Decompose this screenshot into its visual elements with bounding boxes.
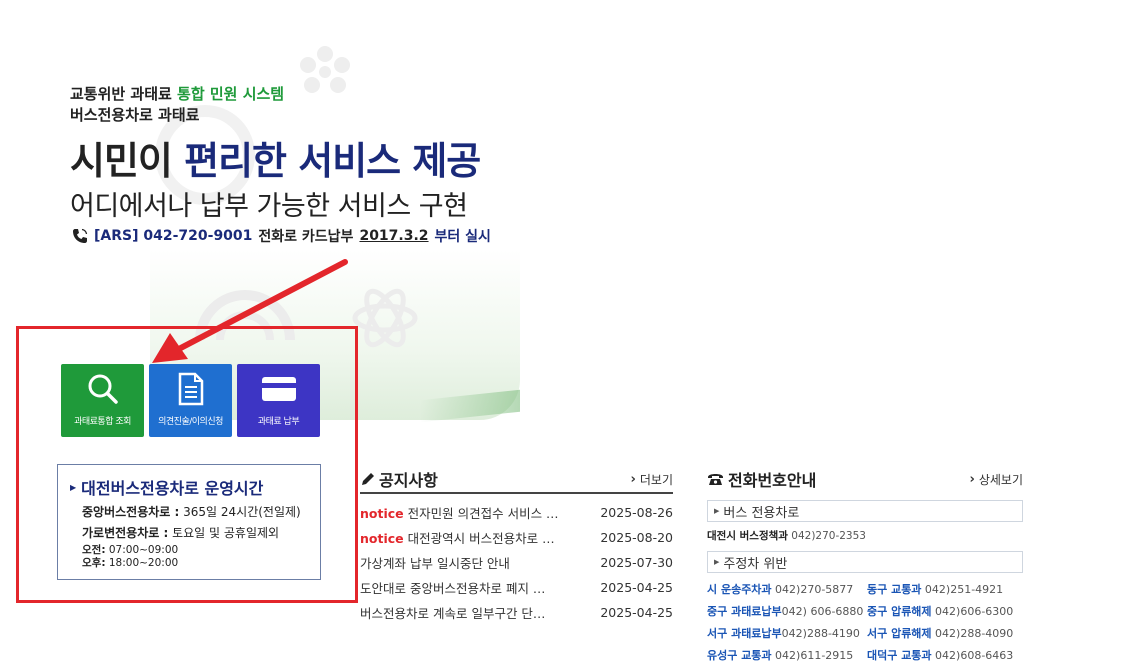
triangle-bullet-icon: ▶ [714,558,720,566]
pencil-icon [362,472,374,485]
decorative-atom-icon [352,288,418,348]
notice-item[interactable]: 도안대로 중앙버스전용차로 폐지 … 2025-04-25 [360,575,673,600]
phone-icon [73,228,88,243]
contact-entry: 유성구 교통과 042)611-2915 [707,649,854,662]
contact-entry: 동구 교통과 042)251-4921 [867,583,1004,596]
hero-subtitle: 어디에서나 납부 가능한 서비스 구현 [70,191,468,222]
fine-inquiry-button[interactable]: 과태료통합 조회 [61,364,144,437]
notice-panel: 공지사항 › 더보기 notice 전자민원 의견접수 서비스 … 2025-08… [360,466,673,625]
central-lane-hours: 중앙버스전용차로 : 365일 24시간(전일제) [82,505,301,519]
notice-item[interactable]: 버스전용차로 계속로 일부구간 단… 2025-04-25 [360,600,673,625]
bus-lane-hours-box: ▶ 대전버스전용차로 운영시간 중앙버스전용차로 : 365일 24시간(전일제… [57,464,321,580]
document-icon [178,372,203,406]
bus-lane-category: ▶ 버스 전용차로 [707,500,1023,522]
hours-title: ▶ 대전버스전용차로 운영시간 [70,479,264,498]
notice-item[interactable]: 가상계좌 납부 일시중단 안내 2025-07-30 [360,550,673,575]
notice-list: notice 전자민원 의견접수 서비스 … 2025-08-26 notice 대… [360,500,673,625]
notice-item[interactable]: notice 대전광역시 버스전용차로 … 2025-08-20 [360,525,673,550]
hero-title: 시민이 편리한 서비스 제공 [70,139,481,183]
phone-detail-link[interactable]: › 상세보기 [969,471,1023,488]
fine-payment-label: 과태료 납부 [257,417,300,427]
parking-violation-category: ▶ 주정차 위반 [707,551,1023,573]
decorative-stripe [420,389,520,423]
am-hours: 오전: 07:00~09:00 [82,544,179,556]
telephone-icon [708,474,723,485]
objection-button[interactable]: 의견진술/이의신청 [149,364,232,437]
chevron-right-icon: › [630,471,636,487]
contact-entry: 중구 과태료납부042) 606-6880 [707,605,864,618]
contact-entry: 중구 압류해제 042)606-6300 [867,605,1014,618]
card-icon [261,377,296,401]
roadside-lane-hours: 가로변전용차로 : 토요일 및 공휴일제외 [82,526,280,540]
triangle-bullet-icon: ▶ [714,507,720,515]
chevron-right-icon: › [969,471,975,487]
contact-entry: 대덕구 교통과 042)608-6463 [867,649,1014,662]
hero-subject-label: 버스전용차로 과태료 [70,106,200,124]
triangle-bullet-icon: ▶ [70,482,77,492]
fine-payment-button[interactable]: 과태료 납부 [237,364,320,437]
phone-header: 전화번호안내 › 상세보기 [707,466,1023,492]
hero-ars-info: [ARS] 042-720-9001 전화로 카드납부 2017.3.2 부터 … [72,226,491,246]
decorative-flower-icon [300,46,350,93]
objection-label: 의견진술/이의신청 [158,417,223,427]
notice-more-link[interactable]: › 더보기 [631,471,673,488]
phone-directory-panel: 전화번호안내 › 상세보기 ▶ 버스 전용차로 대전시 버스정책과 042)27… [707,466,1023,663]
contact-entry: 서구 과태료납부042)288-4190 [707,627,860,640]
contact-entry: 시 운송주차과 042)270-5877 [707,583,854,596]
parking-contacts-grid: 시 운송주차과 042)270-5877 동구 교통과 042)251-4921… [707,581,1023,663]
notice-header: 공지사항 › 더보기 [360,466,673,494]
search-icon [88,374,118,404]
pm-hours: 오후: 18:00~20:00 [82,557,179,569]
bus-policy-contact: 대전시 버스정책과 042)270-2353 [707,530,866,542]
phone-title: 전화번호안내 [707,467,816,491]
contact-entry: 서구 압류해제 042)288-4090 [867,627,1014,640]
fine-inquiry-label: 과태료통합 조회 [74,417,131,427]
notice-title: 공지사항 [360,467,438,491]
hero-system-label: 교통위반 과태료 통합 민원 시스템 [70,85,285,103]
notice-item[interactable]: notice 전자민원 의견접수 서비스 … 2025-08-26 [360,500,673,525]
